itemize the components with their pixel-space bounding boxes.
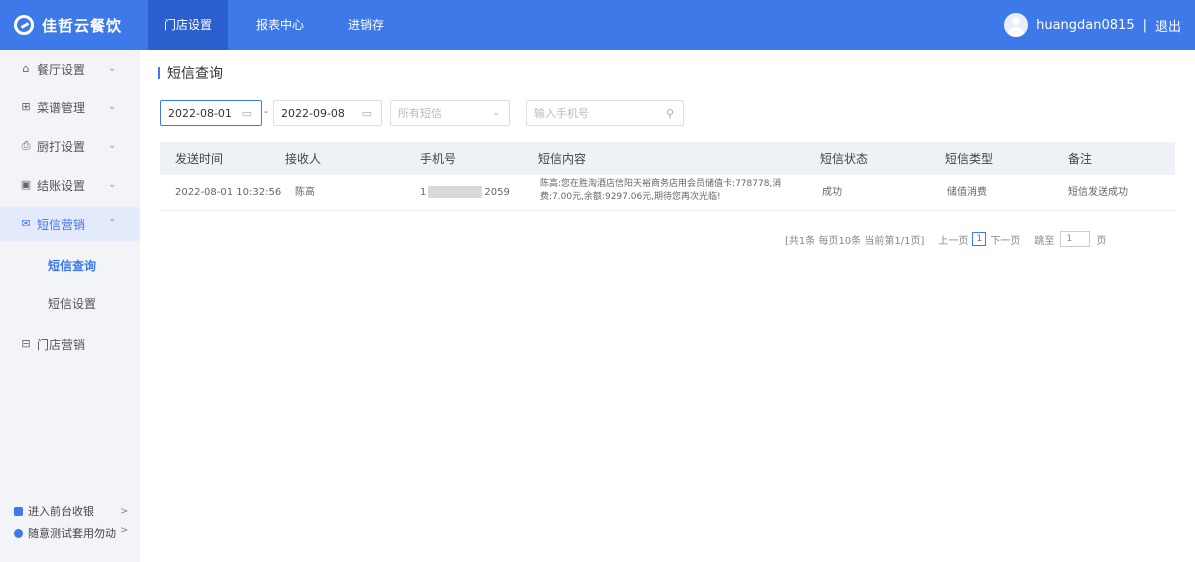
calendar-icon[interactable]: ▭ [362,107,372,120]
test-store-link[interactable]: 随意测试套用勿动 > [0,525,140,539]
chevron-down-icon: ⌄ [108,63,117,74]
date-end-value: 2022-09-08 [281,106,345,120]
chevron-down-icon: ⌄ [492,108,500,118]
current-page-button[interactable]: 1 [972,232,987,246]
phone-search-input[interactable]: 输入手机号 ⚲ [526,100,684,126]
test-store-label: 随意测试套用勿动 [28,527,116,539]
cell-type: 储值消费 [947,186,987,198]
sidebar-item-menu-management[interactable]: ⊞ 菜谱管理 ⌄ [0,90,140,124]
sidebar-subitem-sms-query[interactable]: 短信查询 [0,248,140,282]
enter-cashier-link[interactable]: 进入前台收银 > [0,500,140,522]
enter-cashier-label: 进入前台收银 [28,505,94,518]
sidebar-item-label: 结账设置 [37,178,86,193]
sms-table: 发送时间 接收人 手机号 短信内容 短信状态 短信类型 备注 2022-08-0… [160,142,1175,211]
phone-suffix: 2059 [484,186,510,198]
content-line-1: 陈高:您在胜淘酒店信阳天裕商务店用会员储值卡:778778,消 [540,179,782,189]
column-header-remark: 备注 [1068,151,1093,166]
sidebar-item-label: 菜谱管理 [37,100,86,115]
printer-icon: ⎙ [21,139,31,152]
prev-page-button[interactable]: 上一页 [938,232,968,247]
logout-link[interactable]: 退出 [1155,16,1181,35]
logo-text: 佳哲云餐饮 [42,16,123,35]
logo-icon [14,15,34,35]
sidebar: ⌂ 餐厅设置 ⌄ ⊞ 菜谱管理 ⌄ ⎙ 厨打设置 ⌄ ▣ 结账设置 ⌄ ✉ 短信… [0,50,140,562]
tab-report-center[interactable]: 报表中心 [240,0,320,50]
app-logo[interactable]: 佳哲云餐饮 [14,13,122,37]
sidebar-subitem-sms-settings[interactable]: 短信设置 [0,286,140,320]
sidebar-item-sms-marketing[interactable]: ✉ 短信营销 ⌃ [0,207,140,241]
date-start-field[interactable]: 2022-08-01 ▭ [160,100,262,126]
date-end-field[interactable]: 2022-09-08 ▭ [273,100,382,126]
sidebar-item-label: 餐厅设置 [37,62,86,77]
next-page-button[interactable]: 下一页 [990,232,1020,247]
sidebar-item-checkout-settings[interactable]: ▣ 结账设置 ⌄ [0,168,140,202]
cell-content: 陈高:您在胜淘酒店信阳天裕商务店用会员储值卡:778778,消 费:7.00元,… [540,178,810,204]
cell-receiver: 陈高 [295,186,315,198]
column-header-status: 短信状态 [820,151,869,166]
grid-icon: ⊞ [21,100,31,113]
pager-summary: [共1条 每页10条 当前第1/1页] [785,235,925,247]
chevron-right-icon: > [120,505,129,517]
date-start-value: 2022-08-01 [168,106,232,120]
phone-search-placeholder: 输入手机号 [534,107,589,120]
home-icon: ⌂ [22,62,30,75]
chevron-down-icon: ⌄ [108,179,117,190]
sms-type-select[interactable]: 所有短信 ⌄ [390,100,510,126]
chevron-up-icon: ⌃ [108,218,117,229]
page-suffix-label: 页 [1096,235,1107,247]
sms-type-value: 所有短信 [398,107,442,120]
top-nav: 门店设置 报表中心 进销存 [148,0,412,50]
table-header: 发送时间 接收人 手机号 短信内容 短信状态 短信类型 备注 [160,142,1175,175]
cell-remark: 短信发送成功 [1068,186,1128,198]
column-header-send-time: 发送时间 [175,151,224,166]
store-dot-icon [14,529,23,538]
column-header-content: 短信内容 [538,151,587,166]
cashier-icon [14,506,23,516]
sidebar-item-kitchen-print[interactable]: ⎙ 厨打设置 ⌄ [0,129,140,163]
phone-prefix: 1 [420,186,427,198]
sidebar-item-label: 短信营销 [37,217,86,232]
tab-inventory[interactable]: 进销存 [332,0,400,50]
goto-label: 跳至 [1034,235,1055,247]
title-accent-bar [158,67,160,79]
content-line-2: 费:7.00元,余额:9297.06元,期待您再次光临! [540,192,721,202]
phone-mask [428,185,483,198]
top-bar: 佳哲云餐饮 门店设置 报表中心 进销存 huangdan0815 | 退出 [0,0,1195,50]
table-row[interactable]: 2022-08-01 10:32:56 陈高 1 2059 陈高:您在胜淘酒店信阳… [160,175,1175,211]
column-header-type: 短信类型 [945,151,994,166]
chevron-down-icon: ⌄ [108,140,117,151]
mail-icon: ✉ [21,217,31,230]
user-box: huangdan0815 | 退出 [1004,10,1181,40]
username: huangdan0815 [1036,17,1135,33]
date-range-separator: - [264,105,268,118]
page-title: 短信查询 [158,63,223,83]
avatar[interactable] [1004,13,1029,37]
chevron-right-icon: > [120,525,129,536]
cell-status: 成功 [822,186,842,198]
receipt-icon: ▣ [20,178,32,191]
sidebar-item-restaurant-settings[interactable]: ⌂ 餐厅设置 ⌄ [0,52,140,86]
column-header-receiver: 接收人 [285,151,322,166]
goto-page-input[interactable]: 1 [1060,231,1091,247]
cell-phone: 1 2059 [420,185,510,200]
cell-send-time: 2022-08-01 10:32:56 [175,186,282,198]
pagination: [共1条 每页10条 当前第1/1页] 上一页 1 下一页 跳至 1 页 [785,230,1106,248]
page-title-text: 短信查询 [167,66,223,82]
sidebar-item-store-marketing[interactable]: ⊟ 门店营销 [0,327,140,361]
sidebar-subitem-label: 短信设置 [48,296,97,311]
sidebar-item-label: 门店营销 [37,337,86,352]
chevron-down-icon: ⌄ [108,101,117,112]
sidebar-item-label: 厨打设置 [37,139,86,154]
tab-store-settings[interactable]: 门店设置 [148,0,229,50]
column-header-phone: 手机号 [420,151,457,166]
sidebar-subitem-label: 短信查询 [48,258,97,273]
store-icon: ⊟ [21,337,31,350]
user-separator: | [1142,17,1147,33]
search-icon[interactable]: ⚲ [666,107,674,120]
calendar-icon[interactable]: ▭ [242,107,252,120]
